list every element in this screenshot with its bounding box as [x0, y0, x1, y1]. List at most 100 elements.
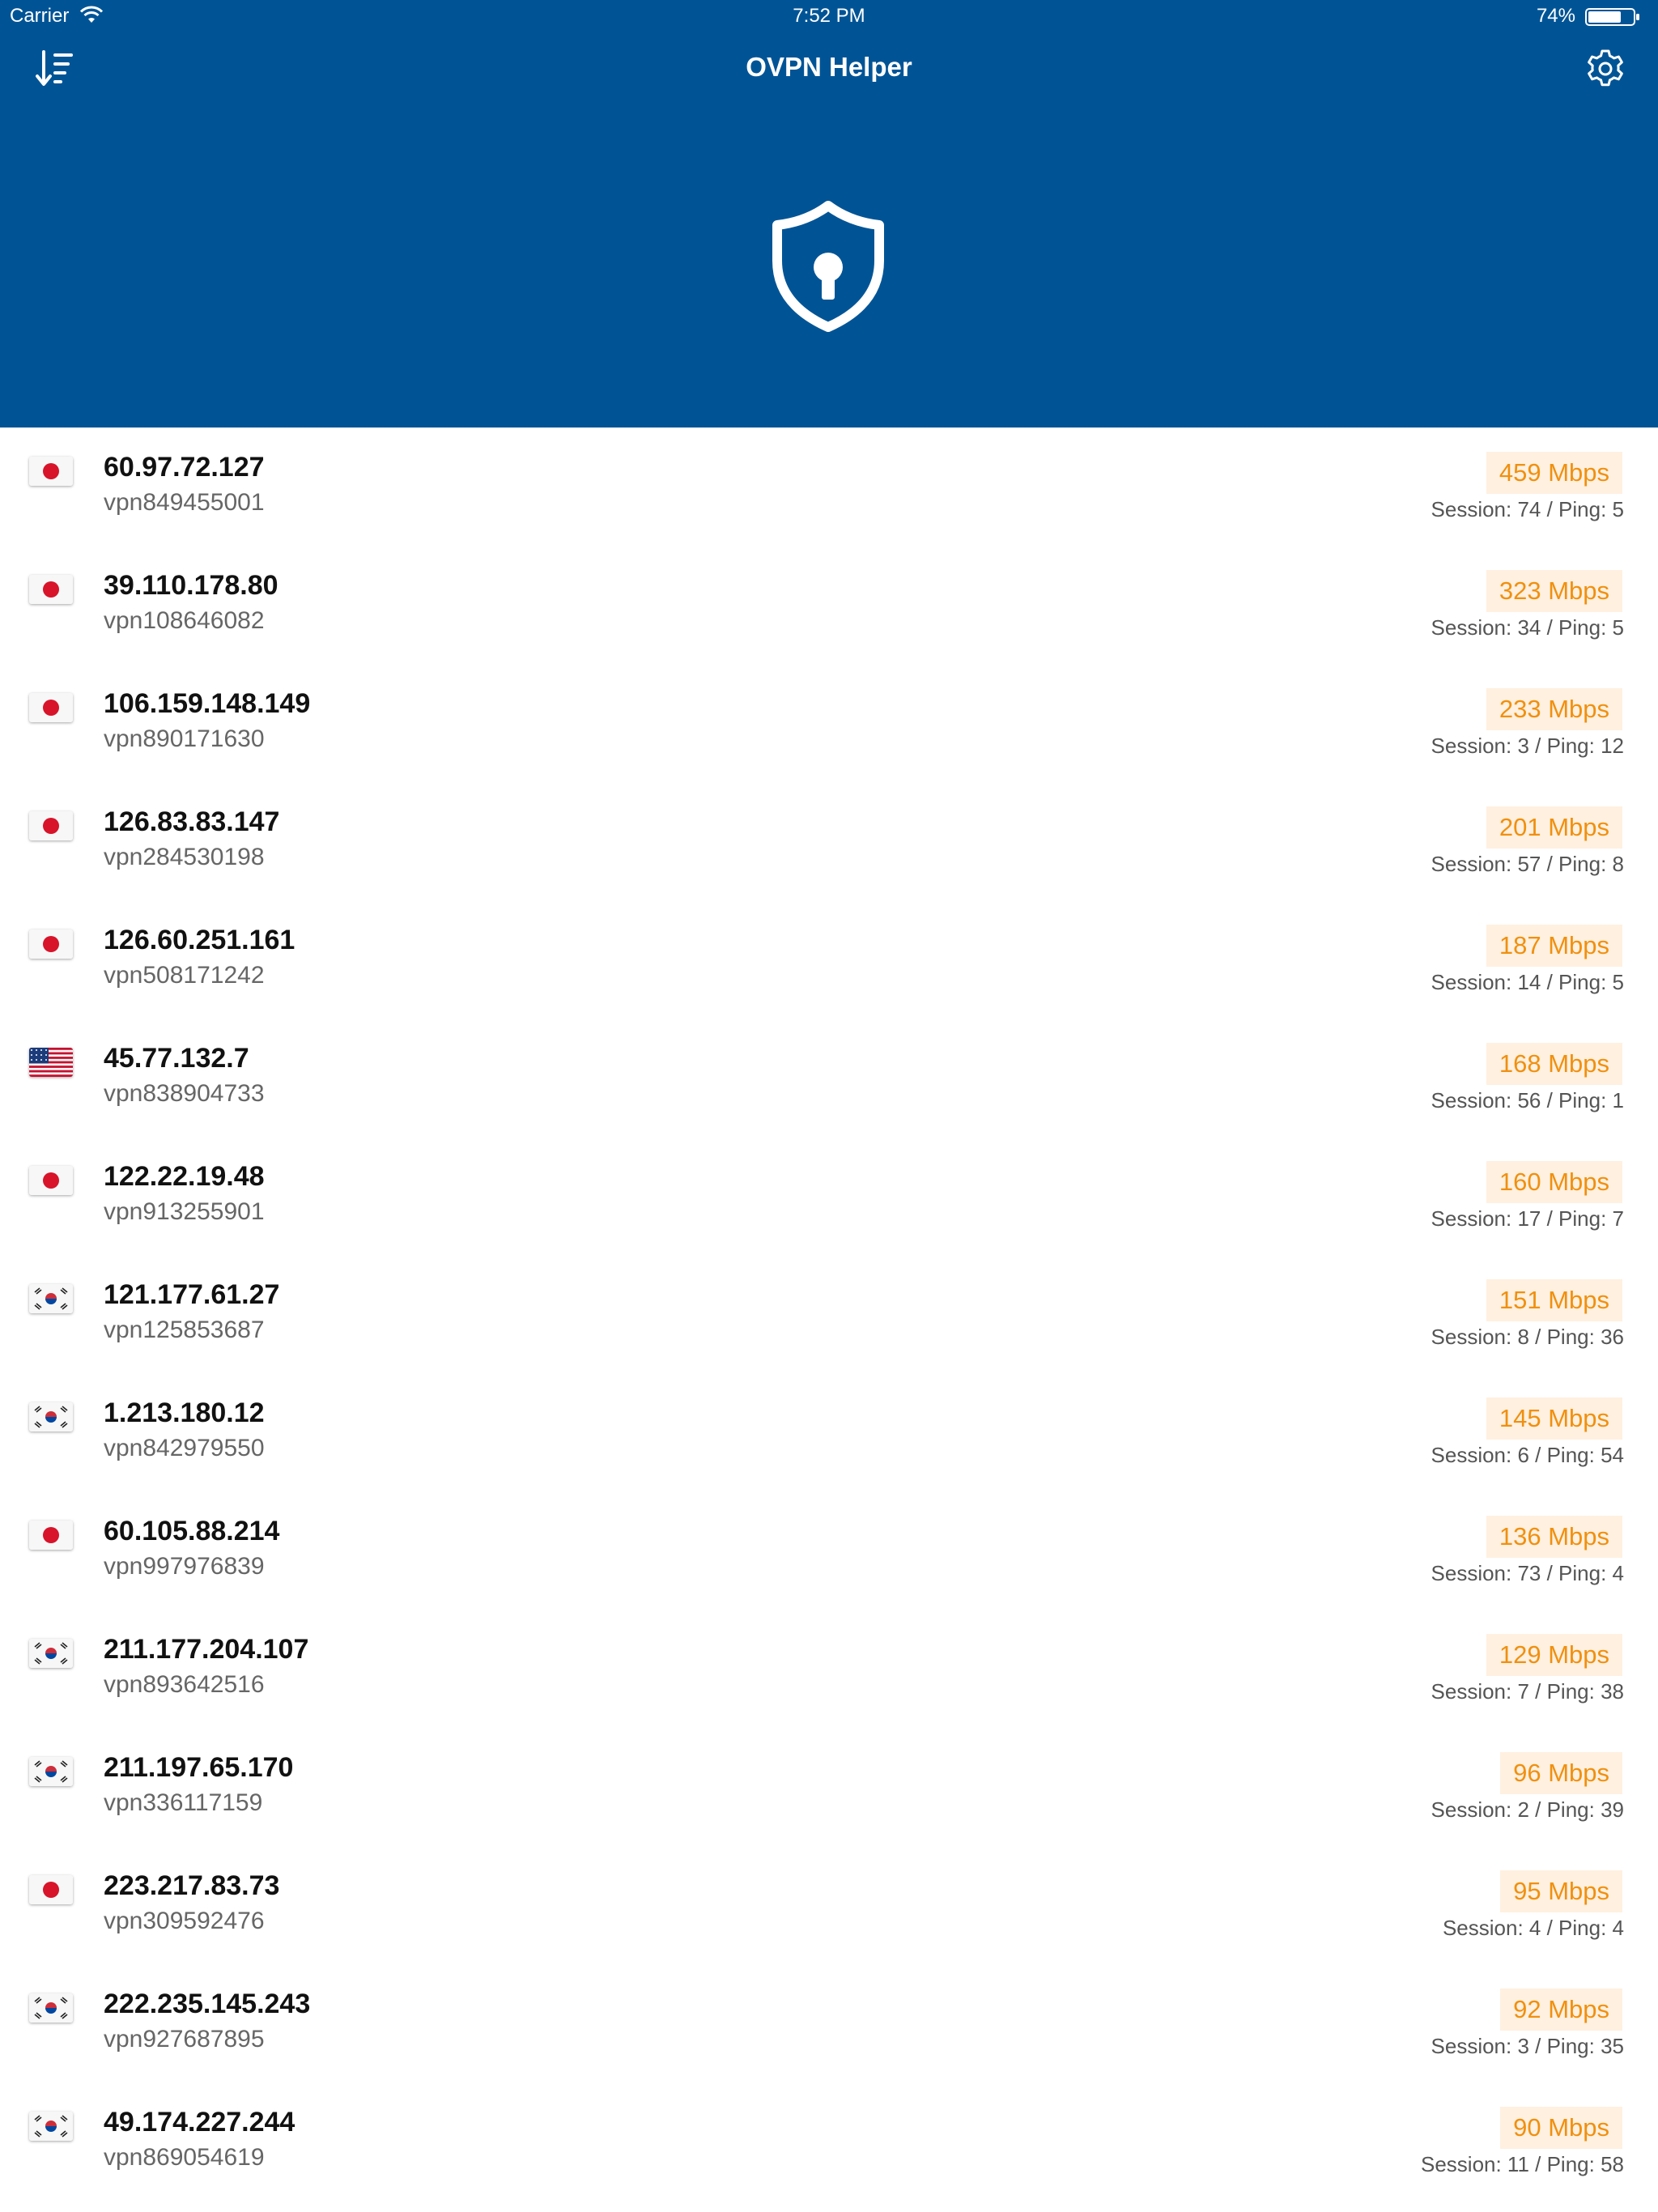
server-row[interactable]: 223.217.83.73 vpn309592476 95 Mbps Session:… — [0, 1846, 1658, 1964]
south-korea-flag-icon — [29, 1993, 73, 2023]
server-ip: 122.22.19.48 — [104, 1161, 265, 1192]
server-row[interactable]: 211.177.204.107 vpn893642516 129 Mbps Sessi… — [0, 1610, 1658, 1728]
server-ip: 39.110.178.80 — [104, 570, 278, 601]
server-row[interactable]: 106.159.148.149 vpn890171630 233 Mbps Sessi… — [0, 664, 1658, 782]
server-hostname: vpn336117159 — [104, 1789, 263, 1816]
speed-badge: 187 Mbps — [1486, 925, 1622, 967]
south-korea-flag-icon — [29, 1284, 73, 1313]
server-hostname: vpn125853687 — [104, 1317, 265, 1343]
server-hostname: vpn508171242 — [104, 962, 265, 989]
japan-flag-icon — [29, 1521, 73, 1550]
session-ping-label: Session: 4 / Ping: 4 — [1442, 1916, 1624, 1940]
shield-lock-icon — [772, 201, 884, 332]
session-ping-label: Session: 3 / Ping: 35 — [1431, 2034, 1624, 2058]
japan-flag-icon — [29, 457, 73, 486]
south-korea-flag-icon — [29, 1402, 73, 1431]
server-ip: 60.105.88.214 — [104, 1516, 280, 1546]
speed-badge: 95 Mbps — [1500, 1870, 1622, 1912]
japan-flag-icon — [29, 811, 73, 840]
server-row[interactable]: 60.97.72.127 vpn849455001 459 Mbps Session:… — [0, 428, 1658, 546]
server-ip: 106.159.148.149 — [104, 688, 311, 719]
speed-badge: 201 Mbps — [1486, 806, 1622, 849]
session-ping-label: Session: 17 / Ping: 7 — [1431, 1206, 1624, 1231]
server-list: 60.97.72.127 vpn849455001 459 Mbps Session:… — [0, 428, 1658, 2212]
server-ip: 126.83.83.147 — [104, 806, 280, 837]
south-korea-flag-icon — [29, 1639, 73, 1668]
session-ping-label: Session: 56 / Ping: 1 — [1431, 1088, 1624, 1112]
speed-badge: 145 Mbps — [1486, 1397, 1622, 1440]
server-hostname: vpn838904733 — [104, 1080, 265, 1107]
server-hostname: vpn890171630 — [104, 725, 265, 752]
session-ping-label: Session: 3 / Ping: 12 — [1431, 734, 1624, 758]
speed-badge: 459 Mbps — [1486, 452, 1622, 494]
server-ip: 223.217.83.73 — [104, 1870, 280, 1901]
speed-badge: 136 Mbps — [1486, 1516, 1622, 1558]
page-title: OVPN Helper — [746, 52, 912, 82]
speed-badge: 92 Mbps — [1500, 1989, 1622, 2031]
header-bar: Carrier 7:52 PM 74% OVPN Helper — [0, 0, 1658, 428]
server-ip: 60.97.72.127 — [104, 452, 265, 483]
session-ping-label: Session: 74 / Ping: 5 — [1431, 497, 1624, 521]
japan-flag-icon — [29, 1166, 73, 1195]
speed-badge: 168 Mbps — [1486, 1043, 1622, 1085]
server-hostname: vpn842979550 — [104, 1435, 265, 1461]
session-ping-label: Session: 11 / Ping: 58 — [1420, 2152, 1624, 2176]
server-hostname: vpn284530198 — [104, 844, 265, 870]
server-ip: 1.213.180.12 — [104, 1397, 265, 1428]
server-hostname: vpn893642516 — [104, 1671, 265, 1698]
server-ip: 49.174.227.244 — [104, 2107, 295, 2138]
session-ping-label: Session: 34 / Ping: 5 — [1431, 615, 1624, 640]
session-ping-label: Session: 8 / Ping: 36 — [1431, 1325, 1624, 1349]
south-korea-flag-icon — [29, 1757, 73, 1786]
server-row[interactable]: 39.110.178.80 vpn108646082 323 Mbps Session… — [0, 546, 1658, 664]
server-ip: 222.235.145.243 — [104, 1989, 311, 2019]
speed-badge: 96 Mbps — [1500, 1752, 1622, 1794]
speed-badge: 129 Mbps — [1486, 1634, 1622, 1676]
server-row[interactable]: 121.177.61.27 vpn125853687 151 Mbps Session… — [0, 1255, 1658, 1373]
session-ping-label: Session: 57 / Ping: 8 — [1431, 852, 1624, 876]
server-hostname: vpn869054619 — [104, 2144, 265, 2171]
server-hostname: vpn913255901 — [104, 1198, 265, 1225]
server-row[interactable]: 122.22.19.48 vpn913255901 160 Mbps Session:… — [0, 1137, 1658, 1255]
settings-button[interactable] — [1585, 49, 1626, 89]
japan-flag-icon — [29, 693, 73, 722]
session-ping-label: Session: 7 / Ping: 38 — [1431, 1679, 1624, 1704]
speed-badge: 233 Mbps — [1486, 688, 1622, 730]
server-ip: 211.177.204.107 — [104, 1634, 309, 1665]
server-ip: 126.60.251.161 — [104, 925, 295, 955]
gear-icon — [1588, 49, 1623, 87]
status-time: 7:52 PM — [793, 5, 865, 27]
usa-flag-icon — [29, 1048, 73, 1077]
server-row[interactable]: 126.60.251.161 vpn508171242 187 Mbps Sessio… — [0, 900, 1658, 1019]
server-row[interactable]: 60.105.88.214 vpn997976839 136 Mbps Session… — [0, 1491, 1658, 1610]
speed-badge: 151 Mbps — [1486, 1279, 1622, 1321]
speed-badge: 323 Mbps — [1486, 570, 1622, 612]
session-ping-label: Session: 73 / Ping: 4 — [1431, 1561, 1624, 1585]
japan-flag-icon — [29, 575, 73, 604]
server-ip: 45.77.132.7 — [104, 1043, 249, 1074]
speed-badge: 160 Mbps — [1486, 1161, 1622, 1203]
server-ip: 211.197.65.170 — [104, 1752, 294, 1783]
battery-icon — [1585, 8, 1639, 26]
server-hostname: vpn927687895 — [104, 2026, 265, 2052]
server-hostname: vpn309592476 — [104, 1908, 265, 1934]
server-row[interactable]: 211.197.65.170 vpn336117159 96 Mbps Session… — [0, 1728, 1658, 1846]
session-ping-label: Session: 14 / Ping: 5 — [1431, 970, 1624, 994]
status-bar: Carrier 7:52 PM 74% — [0, 0, 1658, 32]
japan-flag-icon — [29, 929, 73, 959]
battery-percentage: 74% — [1536, 5, 1575, 27]
server-hostname: vpn997976839 — [104, 1553, 265, 1580]
server-row[interactable]: 222.235.145.243 vpn927687895 92 Mbps Sessio… — [0, 1964, 1658, 2082]
server-row[interactable]: 126.83.83.147 vpn284530198 201 Mbps Session… — [0, 782, 1658, 900]
server-row[interactable]: 1.213.180.12 vpn842979550 145 Mbps Session:… — [0, 1373, 1658, 1491]
server-ip: 121.177.61.27 — [104, 1279, 280, 1310]
speed-badge: 90 Mbps — [1500, 2107, 1622, 2149]
session-ping-label: Session: 2 / Ping: 39 — [1431, 1797, 1624, 1822]
session-ping-label: Session: 6 / Ping: 54 — [1431, 1443, 1624, 1467]
server-row[interactable]: 49.174.227.244 vpn869054619 90 Mbps Session… — [0, 2082, 1658, 2201]
south-korea-flag-icon — [29, 2112, 73, 2141]
server-hostname: vpn108646082 — [104, 607, 265, 634]
server-row[interactable]: 45.77.132.7 vpn838904733 168 Mbps Session: … — [0, 1019, 1658, 1137]
server-hostname: vpn849455001 — [104, 489, 265, 516]
japan-flag-icon — [29, 1875, 73, 1904]
